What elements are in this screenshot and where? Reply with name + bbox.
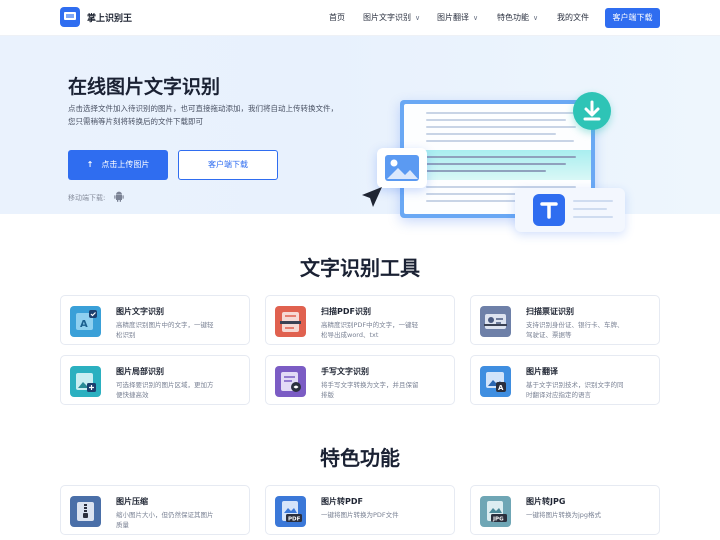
- tool-card-desc: 可选择要识别的图片区域，更加方 便快捷高效: [116, 381, 214, 399]
- feature-card-title: 图片转JPG: [526, 497, 566, 506]
- upload-icon: ↑: [86, 160, 94, 169]
- nav-home[interactable]: 首页: [329, 12, 345, 23]
- svg-text:A: A: [80, 319, 88, 330]
- image-translate-icon: A: [480, 366, 511, 397]
- upload-button-label: 点击上传图片: [101, 160, 150, 169]
- tool-card-title: 图片局部识别: [116, 367, 164, 376]
- hero-desc-line: 您只需稍等片刻将转换后的文件下载即可: [68, 117, 203, 126]
- svg-text:JPG: JPG: [492, 517, 504, 523]
- feature-card-desc: 一键将图片转换为PDF文件: [321, 511, 399, 519]
- svg-text:PDF: PDF: [288, 517, 301, 523]
- tool-card-title: 图片翻译: [526, 367, 558, 376]
- mobile-download-label: 移动端下载:: [68, 194, 106, 202]
- top-navbar: 掌上识别王 首页 图片文字识别 ∨ 图片翻译 ∨ 特色功能 ∨ 我的文件 客户端下载: [0, 0, 720, 36]
- nav-my-files[interactable]: 我的文件: [557, 12, 589, 23]
- feature-card-image-to-pdf[interactable]: PDF 图片转PDF 一键将图片转换为PDF文件: [265, 485, 455, 535]
- nav-features-label: 特色功能: [497, 13, 529, 22]
- tool-card-title: 扫描PDF识别: [321, 307, 371, 316]
- upload-image-button[interactable]: ↑ 点击上传图片: [68, 150, 168, 180]
- nav-image-translate-label: 图片翻译: [437, 13, 469, 22]
- feature-card-title: 图片压缩: [116, 497, 148, 506]
- header-download-button[interactable]: 客户端下载: [605, 8, 660, 28]
- tool-card-desc: 将手写文字转换为文字，并且保留 排版: [321, 381, 419, 399]
- features-section-title: 特色功能: [320, 446, 400, 470]
- feature-card-compress[interactable]: 图片压缩 缩小图片大小，但仍然保证其图片 质量: [60, 485, 250, 535]
- tool-card-desc: 高精度识别图片中的文字，一键轻 松识别: [116, 321, 214, 339]
- tool-card-scan-id[interactable]: 扫描票证识别 支持识别身份证、银行卡、车牌、 驾驶证、票据等: [470, 295, 660, 345]
- feature-card-desc: 一键将图片转换为jpg格式: [526, 511, 602, 519]
- cursor-icon: [362, 187, 382, 207]
- chevron-down-icon: ∨: [415, 14, 421, 22]
- tool-card-desc: 支持识别身份证、银行卡、车牌、 驾驶证、票据等: [526, 321, 624, 339]
- tool-card-image-ocr[interactable]: A 图片文字识别 高精度识别图片中的文字，一键轻 松识别: [60, 295, 250, 345]
- nav-home-label: 首页: [329, 13, 345, 22]
- text-t-icon: [533, 194, 565, 226]
- tools-section-title: 文字识别工具: [300, 256, 420, 280]
- image-text-ocr-icon: A: [70, 306, 101, 337]
- scan-pdf-icon: [275, 306, 306, 337]
- text-result-card: [515, 188, 625, 232]
- chevron-down-icon: ∨: [533, 14, 539, 22]
- tool-card-image-crop[interactable]: 图片局部识别 可选择要识别的图片区域，更加方 便快捷高效: [60, 355, 250, 405]
- nav-image-ocr-label: 图片文字识别: [363, 13, 411, 22]
- scan-id-card-icon: [480, 306, 511, 337]
- logo-icon[interactable]: [60, 7, 80, 27]
- hero-section: 在线图片文字识别 点击选择文件加入待识别的图片，也可直接拖动添加，我们将自动上传…: [0, 36, 720, 232]
- tool-card-title: 图片文字识别: [116, 307, 164, 316]
- android-icon[interactable]: [114, 191, 124, 202]
- tool-card-desc: 高精度识别PDF中的文字，一键轻 松导出成word、txt: [321, 321, 419, 339]
- nav-image-translate[interactable]: 图片翻译 ∨: [437, 12, 478, 23]
- feature-card-image-to-jpg[interactable]: JPG 图片转JPG 一键将图片转换为jpg格式: [470, 485, 660, 535]
- hero-illustration: [355, 80, 655, 250]
- tool-card-scan-pdf[interactable]: 扫描PDF识别 高精度识别PDF中的文字，一键轻 松导出成word、txt: [265, 295, 455, 345]
- image-to-jpg-icon: JPG: [480, 496, 511, 527]
- brand-name[interactable]: 掌上识别王: [87, 11, 132, 24]
- tool-card-desc: 基于文字识别技术，识别文字的同 时翻译对应指定的语言: [526, 381, 624, 399]
- svg-text:A: A: [498, 384, 504, 392]
- tool-card-title: 扫描票证识别: [526, 307, 574, 316]
- nav-features[interactable]: 特色功能 ∨: [497, 12, 538, 23]
- hero-title: 在线图片文字识别: [68, 76, 221, 98]
- handwriting-icon: [275, 366, 306, 397]
- hero-description: 点击选择文件加入待识别的图片，也可直接拖动添加，我们将自动上传转换文件， 您只需…: [68, 102, 368, 128]
- image-compress-icon: [70, 496, 101, 527]
- image-to-pdf-icon: PDF: [275, 496, 306, 527]
- tool-card-image-translate[interactable]: A 图片翻译 基于文字识别技术，识别文字的同 时翻译对应指定的语言: [470, 355, 660, 405]
- image-icon: [377, 148, 427, 188]
- nav-my-files-label: 我的文件: [557, 13, 589, 22]
- feature-card-desc: 缩小图片大小，但仍然保证其图片 质量: [116, 511, 214, 529]
- tool-card-title: 手写文字识别: [321, 367, 369, 376]
- image-crop-icon: [70, 366, 101, 397]
- hero-desc-line: 点击选择文件加入待识别的图片，也可直接拖动添加，我们将自动上传转换文件，: [68, 104, 338, 113]
- tool-card-handwriting[interactable]: 手写文字识别 将手写文字转换为文字，并且保留 排版: [265, 355, 455, 405]
- chevron-down-icon: ∨: [473, 14, 479, 22]
- download-icon: [573, 92, 611, 130]
- nav-image-ocr[interactable]: 图片文字识别 ∨: [363, 12, 420, 23]
- client-download-button[interactable]: 客户端下载: [178, 150, 278, 180]
- feature-card-title: 图片转PDF: [321, 497, 363, 506]
